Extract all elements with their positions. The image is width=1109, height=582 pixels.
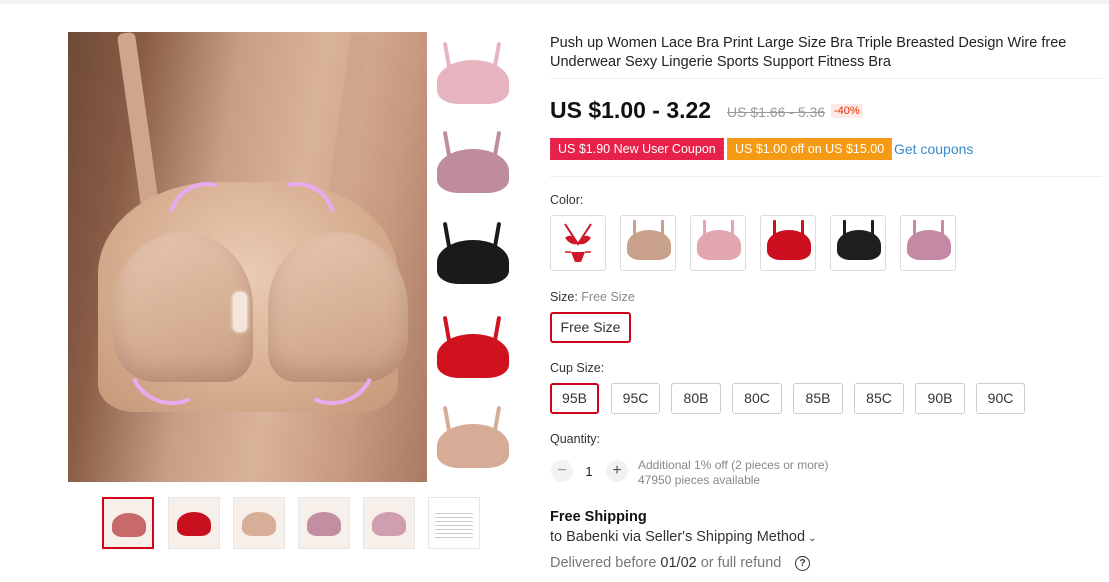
cup-size-label: Cup Size: [550, 361, 605, 375]
color-option-red[interactable] [760, 215, 816, 271]
color-option-lingerie-set[interactable] [550, 215, 606, 271]
shipping-method-text: to Babenki via Seller's Shipping Method [550, 529, 806, 545]
shipping-title: Free Shipping [550, 509, 647, 525]
brooch-ornament [233, 292, 247, 332]
nude-bra-icon [627, 230, 671, 260]
quantity-label: Quantity: [550, 432, 601, 446]
size-option-free-size[interactable]: Free Size [550, 312, 631, 343]
divider [550, 78, 1102, 79]
quantity-value[interactable]: 1 [581, 464, 597, 479]
thumb-nude-bra[interactable] [233, 497, 285, 549]
red-bra-thumb [433, 312, 513, 384]
original-price: US $1.66 - 5.36 [727, 104, 826, 120]
cup-option-80b[interactable]: 80B [671, 383, 721, 414]
chevron-down-icon: ⌄ [808, 533, 817, 544]
purple-bra-icon [907, 230, 951, 260]
size-label: Size: Free Size [550, 290, 635, 304]
cup-option-90c[interactable]: 90C [976, 383, 1025, 414]
main-product-image[interactable] [68, 32, 427, 482]
color-option-pink[interactable] [690, 215, 746, 271]
discount-badge: -40% [831, 104, 863, 118]
nude-bra-thumb [433, 402, 513, 474]
delivery-suffix: or full refund [696, 555, 782, 571]
black-bra-thumb [433, 218, 513, 290]
size-selected-value: Free Size [581, 290, 635, 304]
cup-option-80c[interactable]: 80C [732, 383, 782, 414]
mauve-bra-thumb [433, 127, 513, 199]
cup-option-95b[interactable]: 95B [550, 383, 599, 414]
color-label: Color: [550, 193, 584, 207]
red-bra-icon [767, 230, 811, 260]
cup-option-85c[interactable]: 85C [854, 383, 904, 414]
thumb-size-chart[interactable] [428, 497, 480, 549]
color-option-purple[interactable] [900, 215, 956, 271]
delivery-prefix: Delivered before [550, 555, 661, 571]
thumb-red-model[interactable] [168, 497, 220, 549]
bra-strap-left [116, 32, 162, 223]
quantity-decrease-button[interactable]: − [551, 460, 573, 482]
quantity-discount-note: Additional 1% off (2 pieces or more) [638, 458, 829, 472]
delivery-date: 01/02 [660, 555, 697, 571]
size-label-text: Size: [550, 290, 578, 304]
thumb-collage[interactable] [102, 497, 154, 549]
pink-bra-icon [697, 230, 741, 260]
product-title: Push up Women Lace Bra Print Large Size … [550, 35, 1067, 70]
shipping-method[interactable]: to Babenki via Seller's Shipping Method ⌄ [550, 529, 816, 545]
black-bra-icon [837, 230, 881, 260]
divider [550, 176, 1102, 177]
color-preview-strip [427, 32, 527, 482]
thumb-pink-parts[interactable] [363, 497, 415, 549]
new-user-coupon[interactable]: US $1.90 New User Coupon [548, 138, 724, 160]
color-option-nude[interactable] [620, 215, 676, 271]
help-icon[interactable]: ? [795, 556, 810, 571]
store-coupon[interactable]: US $1.00 off on US $15.00 [724, 138, 893, 160]
thumb-mauve-parts[interactable] [298, 497, 350, 549]
get-coupons-link[interactable]: Get coupons [894, 141, 973, 157]
quantity-increase-button[interactable]: + [606, 460, 628, 482]
current-price: US $1.00 - 3.22 [550, 97, 712, 123]
cup-option-90b[interactable]: 90B [915, 383, 965, 414]
cup-option-95c[interactable]: 95C [611, 383, 660, 414]
pink-bra-thumb [433, 38, 513, 110]
delivery-info: Delivered before 01/02 or full refund [550, 555, 781, 571]
top-border [0, 0, 1109, 4]
red-lingerie-set-icon [564, 223, 592, 262]
color-option-black[interactable] [830, 215, 886, 271]
cup-option-85b[interactable]: 85B [793, 383, 843, 414]
quantity-available: 47950 pieces available [638, 473, 761, 487]
